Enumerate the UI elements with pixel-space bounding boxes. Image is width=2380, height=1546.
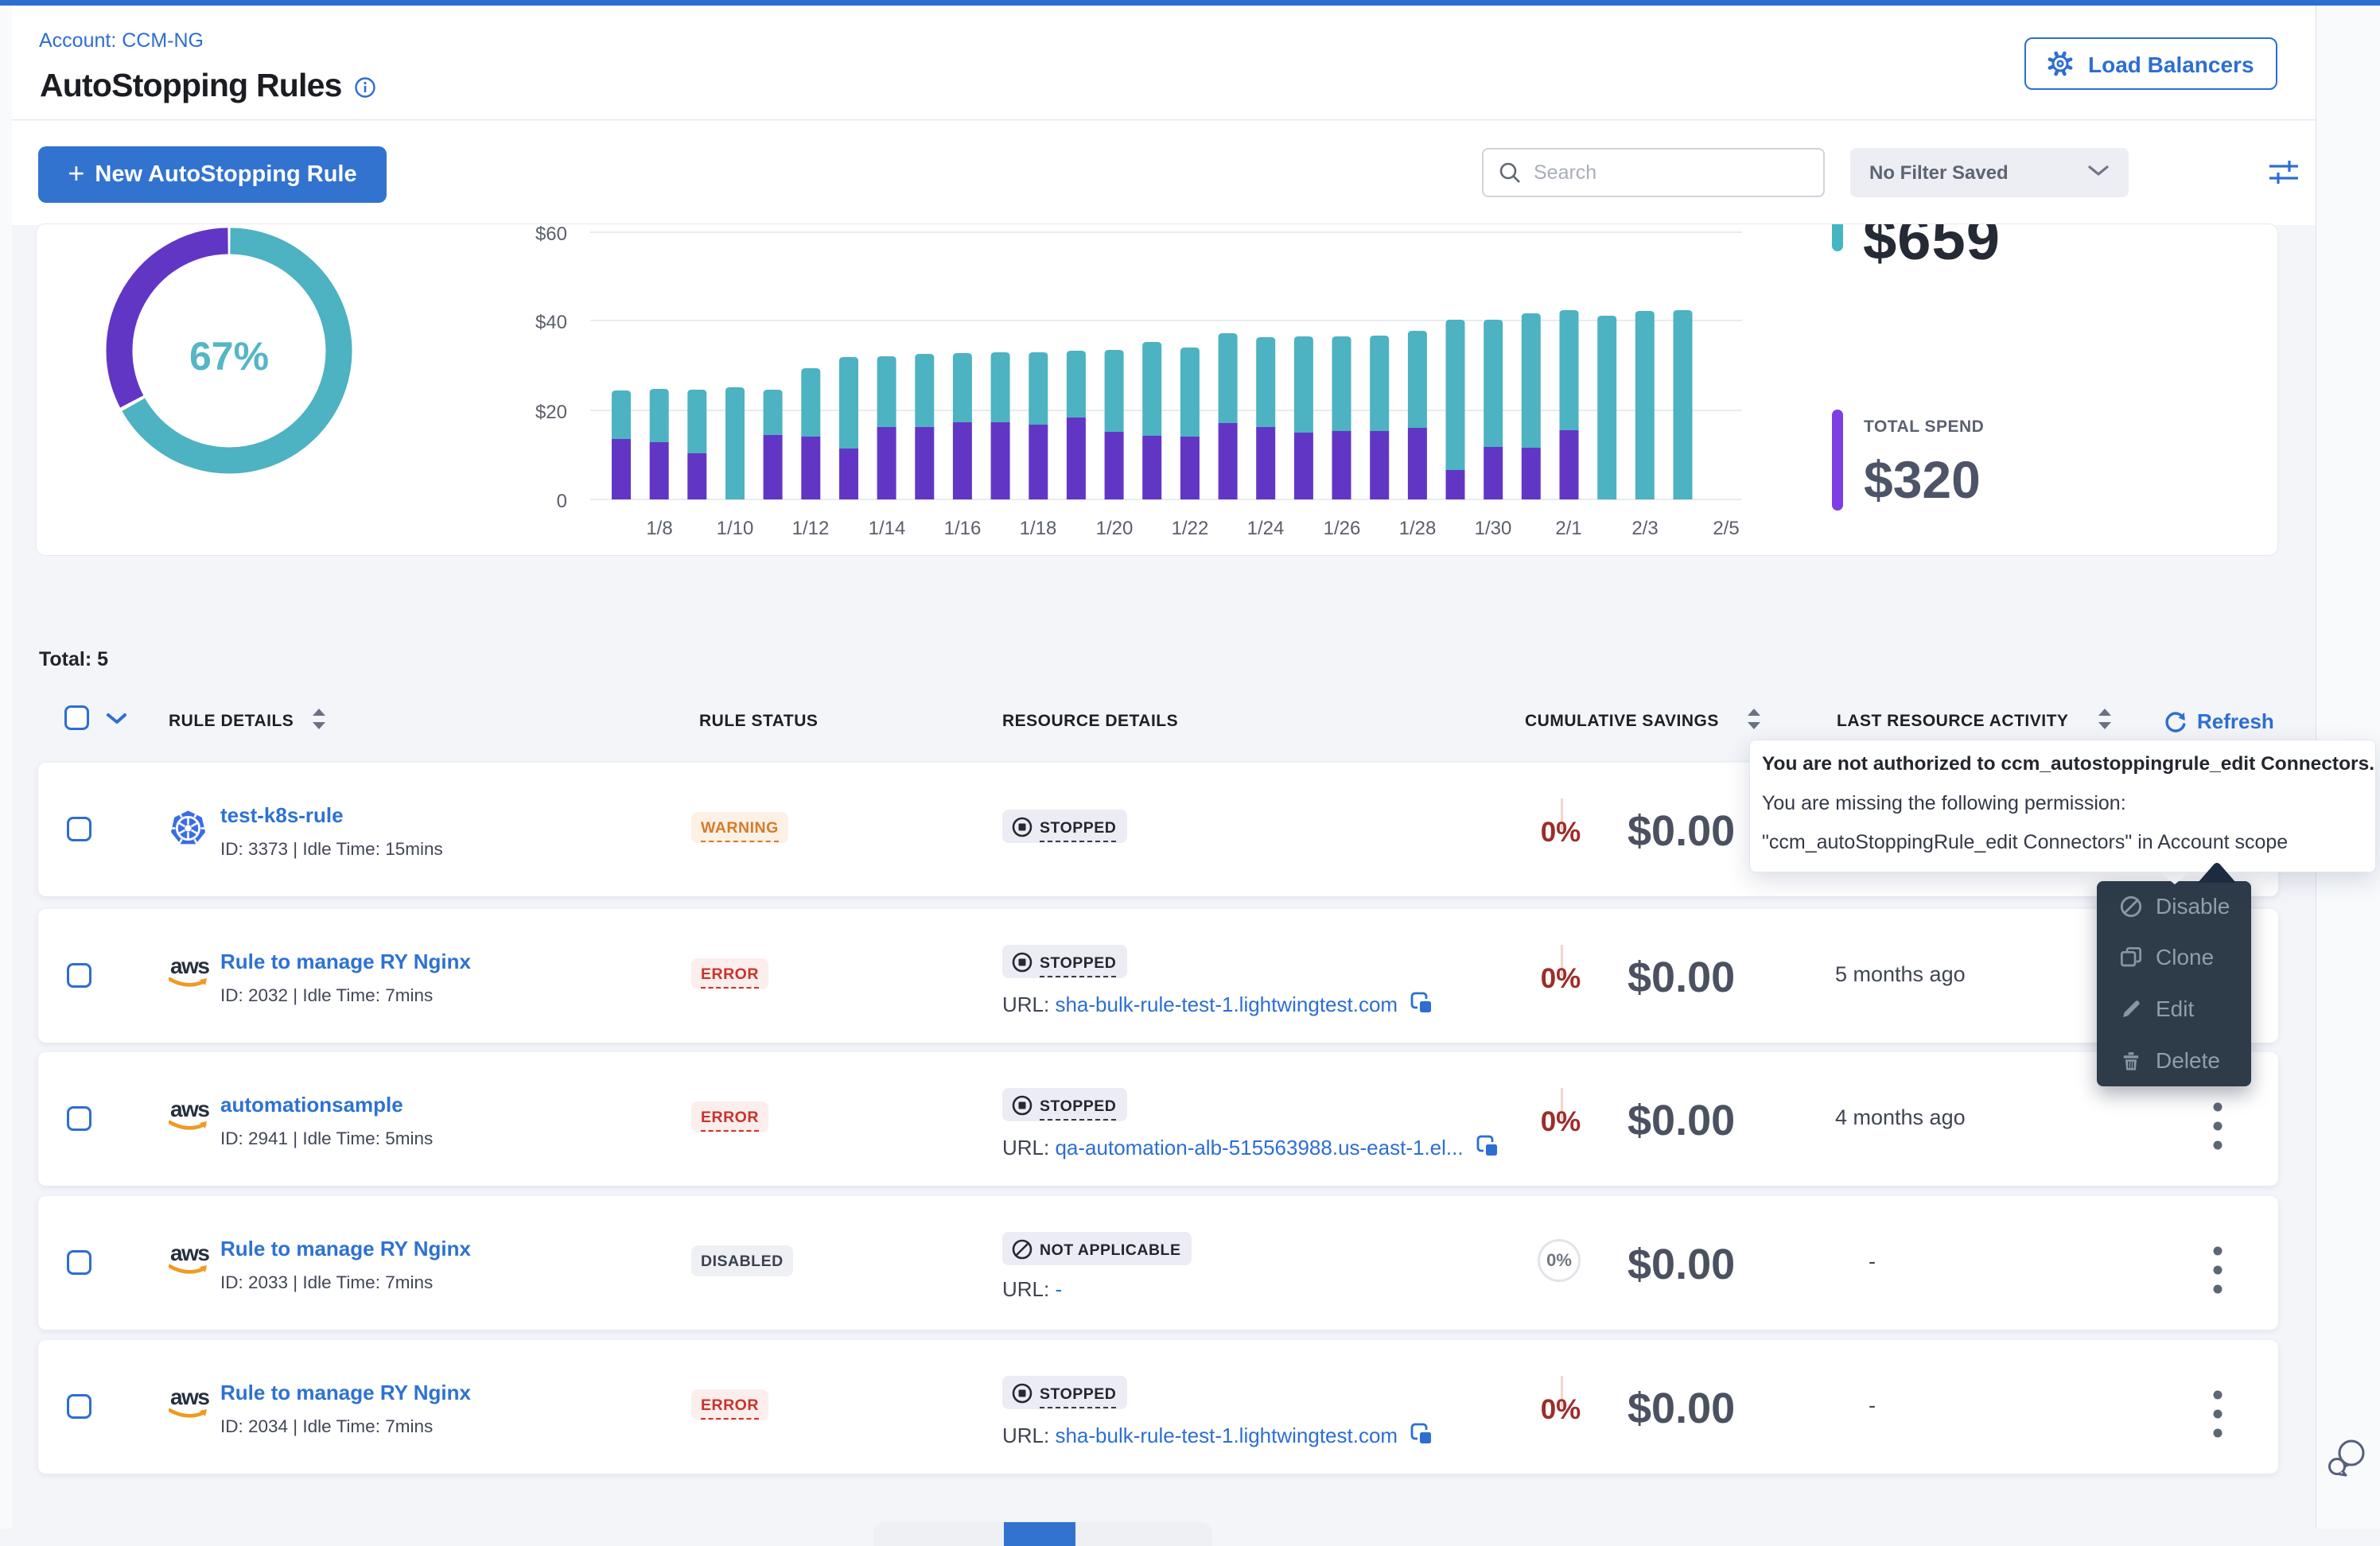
svg-text:2/5: 2/5 (1713, 518, 1739, 539)
svg-text:1/10: 1/10 (717, 518, 754, 539)
svg-text:1/18: 1/18 (1020, 518, 1057, 539)
svg-text:1/30: 1/30 (1475, 518, 1512, 539)
svg-text:67%: 67% (189, 334, 269, 379)
svg-text:1/20: 1/20 (1096, 518, 1134, 539)
svg-text:2/1: 2/1 (1555, 518, 1581, 539)
svg-text:0: 0 (557, 491, 567, 512)
svg-text:1/16: 1/16 (944, 518, 982, 539)
svg-text:$20: $20 (535, 402, 567, 423)
svg-text:$40: $40 (535, 312, 567, 333)
svg-text:1/22: 1/22 (1172, 518, 1209, 539)
svg-text:1/28: 1/28 (1399, 518, 1437, 539)
svg-text:1/26: 1/26 (1324, 518, 1361, 539)
svg-text:1/14: 1/14 (869, 518, 906, 539)
svg-text:$60: $60 (535, 225, 567, 245)
svg-text:1/8: 1/8 (646, 518, 672, 539)
svg-text:2/3: 2/3 (1631, 518, 1658, 539)
svg-text:1/24: 1/24 (1247, 518, 1285, 539)
svg-text:1/12: 1/12 (792, 518, 830, 539)
